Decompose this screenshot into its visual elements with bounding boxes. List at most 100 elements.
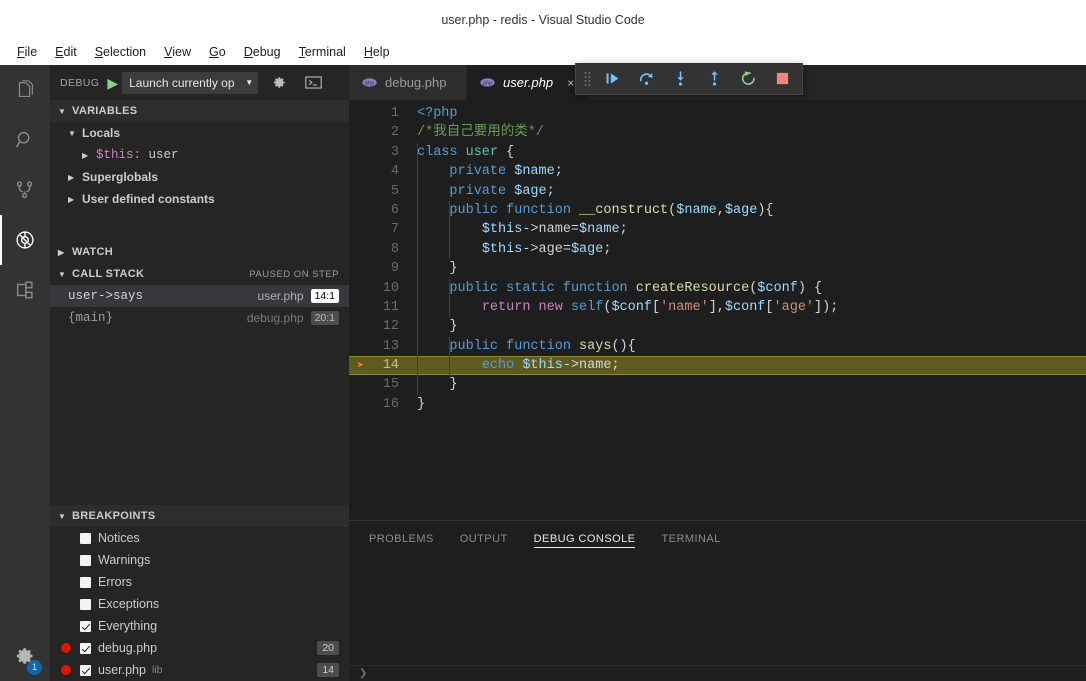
menu-item-selection[interactable]: Selection <box>86 40 155 65</box>
panel-tab-problems[interactable]: PROBLEMS <box>369 521 434 556</box>
line-number[interactable]: 1 <box>349 104 411 123</box>
breakpoint-checkbox[interactable] <box>80 598 91 610</box>
line-number[interactable]: 2 <box>349 123 411 142</box>
php-file-icon: php <box>362 76 377 90</box>
files-explorer-icon[interactable] <box>0 65 50 115</box>
variables-section-header[interactable]: ▼ VARIABLES <box>50 100 349 122</box>
menu-item-help[interactable]: Help <box>355 40 399 65</box>
panel-tab-label: PROBLEMS <box>369 532 434 545</box>
code-line-text: public function says(){ <box>449 338 636 354</box>
indent-guide <box>417 142 418 395</box>
drag-handle-icon[interactable] <box>580 70 594 88</box>
search-icon[interactable] <box>0 115 50 165</box>
call-stack-frame-location: user.php 14:1 <box>258 289 349 303</box>
debug-floating-toolbar <box>575 63 803 95</box>
breakpoint-checkbox[interactable] <box>80 554 91 566</box>
line-number[interactable]: 4 <box>349 162 411 181</box>
breakpoints-title: BREAKPOINTS <box>72 510 156 522</box>
menu-item-go[interactable]: Go <box>200 40 235 65</box>
breakpoint-row[interactable]: Errors <box>50 571 349 593</box>
line-number[interactable]: 7 <box>349 220 411 239</box>
menu-item-edit[interactable]: Edit <box>46 40 86 65</box>
call-stack-section-header[interactable]: ▼ CALL STACK PAUSED ON STEP <box>50 263 349 285</box>
debug-launch-toolbar: DEBUG ▶ Launch currently op ▼ <box>50 65 349 100</box>
debug-configuration-select[interactable]: Launch currently op ▼ <box>122 71 259 94</box>
chevron-down-icon[interactable]: ▼ <box>68 129 82 138</box>
line-number[interactable]: 5 <box>349 182 411 201</box>
menu-item-terminal[interactable]: Terminal <box>290 40 355 65</box>
line-number[interactable]: 3 <box>349 143 411 162</box>
chevron-right-icon[interactable]: ▶ <box>68 195 82 204</box>
variable-row[interactable]: ▶ $this: user <box>50 144 349 166</box>
line-number[interactable]: 15 <box>349 375 411 394</box>
breakpoint-checkbox[interactable] <box>80 576 91 588</box>
open-debug-console-icon[interactable] <box>300 71 326 95</box>
breakpoints-section-header[interactable]: ▼ BREAKPOINTS <box>50 505 349 527</box>
continue-icon[interactable] <box>596 65 628 93</box>
menu-item-view[interactable]: View <box>155 40 200 65</box>
extensions-icon[interactable] <box>0 265 50 315</box>
code-line-text: class user { <box>417 144 515 160</box>
line-number[interactable]: 9 <box>349 259 411 278</box>
line-number[interactable]: 16 <box>349 395 411 414</box>
chevron-down-icon: ▼ <box>58 269 67 279</box>
code-editor[interactable]: 1 <?php 2 /*我自己要用的类*/ 3 class user {4 private… <box>349 100 1086 520</box>
watch-section-header[interactable]: ▶ WATCH <box>50 241 349 263</box>
chevron-right-icon[interactable]: ▶ <box>82 151 96 160</box>
variable-scope-row[interactable]: ▼ Locals <box>50 122 349 144</box>
play-icon[interactable]: ▶ <box>107 76 118 90</box>
editor-tab-debug-php[interactable]: php debug.php <box>349 65 467 100</box>
panel-tab-output[interactable]: OUTPUT <box>460 521 508 556</box>
menu-item-file[interactable]: File <box>8 40 46 65</box>
chevron-right-icon[interactable]: ▶ <box>68 173 82 182</box>
call-stack-frame[interactable]: {main} debug.php 20:1 <box>50 307 349 329</box>
breakpoint-row[interactable]: Notices <box>50 527 349 549</box>
line-number[interactable]: 6 <box>349 201 411 220</box>
line-number[interactable]: 8 <box>349 240 411 259</box>
step-out-icon[interactable] <box>698 65 730 93</box>
sidebar-filler <box>50 329 349 505</box>
debug-sidebar: DEBUG ▶ Launch currently op ▼ ▼ VARIABLE… <box>50 65 349 681</box>
line-number[interactable]: 10 <box>349 279 411 298</box>
debug-console-body[interactable]: ❯ <box>349 556 1086 681</box>
indent-guide <box>449 336 450 376</box>
code-line: 5 private $age; <box>349 182 1086 201</box>
breakpoint-checkbox[interactable] <box>80 532 91 544</box>
debug-icon[interactable] <box>0 215 50 265</box>
panel-tab-terminal[interactable]: TERMINAL <box>661 521 720 556</box>
close-icon[interactable]: × <box>567 76 574 90</box>
call-stack-section: ▼ CALL STACK PAUSED ON STEP user->says us… <box>50 263 349 329</box>
gear-icon[interactable] <box>266 71 292 95</box>
stop-icon[interactable] <box>766 65 798 93</box>
breakpoint-row[interactable]: user.php lib 14 <box>50 659 349 681</box>
breakpoint-checkbox[interactable] <box>80 642 91 654</box>
breakpoint-row[interactable]: Warnings <box>50 549 349 571</box>
panel-tab-debug-console[interactable]: DEBUG CONSOLE <box>533 521 636 556</box>
restart-icon[interactable] <box>732 65 764 93</box>
line-number[interactable]: 12 <box>349 317 411 336</box>
line-number[interactable]: 13 <box>349 337 411 356</box>
source-control-icon[interactable] <box>0 165 50 215</box>
step-into-icon[interactable] <box>664 65 696 93</box>
editor-tab-user-php[interactable]: php user.php × <box>467 65 589 100</box>
breakpoint-row[interactable]: debug.php 20 <box>50 637 349 659</box>
variable-scope-row[interactable]: ▶ User defined constants <box>50 188 349 210</box>
call-stack-frame[interactable]: user->says user.php 14:1 <box>50 285 349 307</box>
call-stack-frame-name: user->says <box>68 289 144 303</box>
debug-state-label: PAUSED ON STEP <box>249 268 339 280</box>
breakpoint-checkbox[interactable] <box>80 664 91 676</box>
line-number[interactable]: 11 <box>349 298 411 317</box>
line-number[interactable]: 14 ➤ <box>349 356 411 375</box>
gear-icon[interactable]: 1 <box>0 631 50 681</box>
breakpoint-dot-icon <box>61 665 71 675</box>
breakpoint-row[interactable]: Everything <box>50 615 349 637</box>
activity-bar: 1 <box>0 65 50 681</box>
variable-scope-row[interactable]: ▶ Superglobals <box>50 166 349 188</box>
call-stack-frame-file: debug.php <box>246 311 304 325</box>
debug-console-input[interactable]: ❯ <box>349 665 1086 681</box>
variable-scope-label: User defined constants <box>82 192 215 206</box>
breakpoint-row[interactable]: Exceptions <box>50 593 349 615</box>
breakpoint-checkbox[interactable] <box>80 620 91 632</box>
step-over-icon[interactable] <box>630 65 662 93</box>
menu-item-debug[interactable]: Debug <box>235 40 290 65</box>
